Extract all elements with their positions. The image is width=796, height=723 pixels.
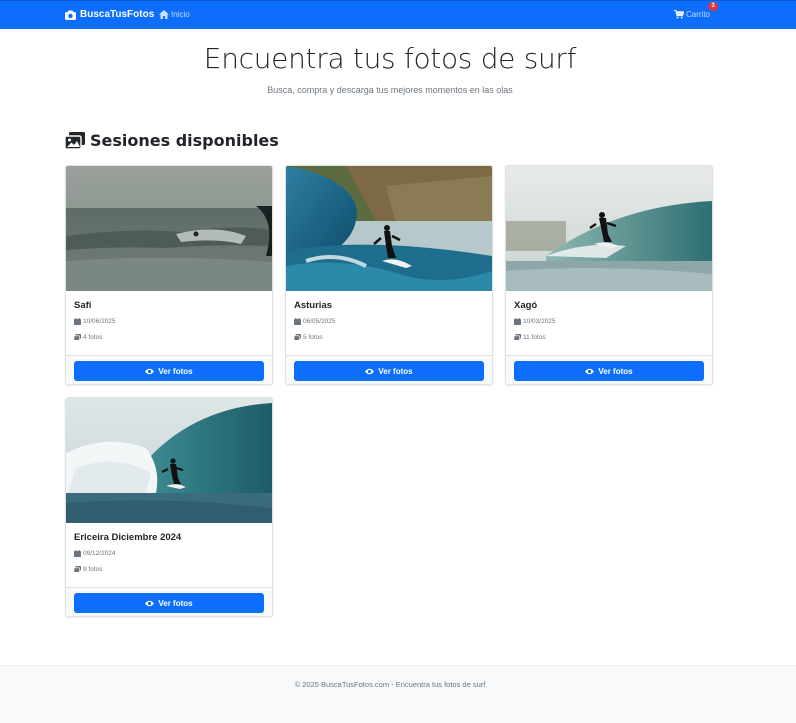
- view-photos-button[interactable]: Ver fotos: [74, 361, 264, 381]
- camera-icon: [65, 10, 76, 20]
- eye-icon: [145, 368, 155, 374]
- view-photos-button[interactable]: Ver fotos: [294, 361, 484, 381]
- cart-link[interactable]: Carrito: [674, 10, 710, 19]
- view-photos-button[interactable]: Ver fotos: [74, 593, 264, 613]
- session-image[interactable]: [286, 166, 492, 291]
- session-image[interactable]: [66, 166, 272, 291]
- page-subtitle: Busca, compra y descarga tus mejores mom…: [267, 85, 513, 95]
- session-photo-count-text: 9 fotos: [83, 566, 103, 573]
- session-title: Ericeira Diciembre 2024: [74, 532, 182, 543]
- brand-link[interactable]: BuscaTusFotos: [65, 9, 154, 20]
- photos-icon: [294, 334, 301, 341]
- session-card: Safí 10/06/2025 4 fotos Ver fotos: [65, 165, 273, 385]
- calendar-icon: [294, 318, 301, 325]
- cart-label: Carrito: [686, 10, 711, 19]
- session-date-text: 10/03/2025: [523, 318, 556, 325]
- house-icon: [159, 10, 169, 19]
- session-photo-count-text: 5 fotos: [303, 334, 323, 341]
- nav-link-inicio[interactable]: Inicio: [159, 10, 190, 19]
- session-date: 06/05/2025: [294, 318, 336, 325]
- session-card: Asturias 06/05/2025 5 fotos Ver fotos: [285, 165, 493, 385]
- session-photo-count-text: 11 fotos: [523, 334, 546, 341]
- calendar-icon: [74, 550, 81, 557]
- photos-icon: [514, 334, 521, 341]
- cart-count-badge: 3: [708, 2, 718, 11]
- section-heading: Sesiones disponibles: [65, 131, 279, 150]
- eye-icon: [145, 600, 155, 606]
- top-navbar: BuscaTusFotos Inicio Carrito 3: [0, 0, 796, 29]
- view-photos-button[interactable]: Ver fotos: [514, 361, 704, 381]
- session-photo-count-text: 4 fotos: [83, 334, 103, 341]
- photos-icon: [74, 334, 81, 341]
- footer-text: © 2025 BuscaTusFotos.com - Encuentra tus…: [294, 680, 486, 689]
- session-card: Xagó 10/03/2025 11 fotos Ver fotos: [505, 165, 713, 385]
- view-photos-label: Ver fotos: [378, 366, 413, 376]
- session-image[interactable]: [66, 398, 272, 523]
- session-photo-count: 5 fotos: [294, 334, 323, 341]
- photos-icon: [74, 566, 81, 573]
- page-title: Encuentra tus fotos de surf: [203, 42, 577, 75]
- session-title: Safí: [74, 300, 92, 311]
- card-footer: Ver fotos: [286, 355, 492, 384]
- session-date-text: 10/06/2025: [83, 318, 116, 325]
- card-footer: Ver fotos: [66, 587, 272, 616]
- session-date: 10/06/2025: [74, 318, 116, 325]
- session-date-text: 06/05/2025: [303, 318, 336, 325]
- view-photos-label: Ver fotos: [598, 366, 633, 376]
- session-date: 09/12/2024: [74, 550, 116, 557]
- images-icon: [65, 131, 85, 150]
- session-photo-count: 11 fotos: [514, 334, 546, 341]
- session-date: 10/03/2025: [514, 318, 556, 325]
- session-photo-count: 9 fotos: [74, 566, 103, 573]
- card-footer: Ver fotos: [66, 355, 272, 384]
- session-card: Ericeira Diciembre 2024 09/12/2024 9 fot…: [65, 397, 273, 617]
- session-photo-count: 4 fotos: [74, 334, 103, 341]
- nav-link-label: Inicio: [171, 10, 190, 19]
- calendar-icon: [514, 318, 521, 325]
- section-title: Sesiones disponibles: [90, 131, 279, 150]
- brand-name: BuscaTusFotos: [80, 9, 155, 20]
- cart-icon: [674, 10, 684, 19]
- view-photos-label: Ver fotos: [158, 598, 193, 608]
- session-title: Asturias: [294, 300, 333, 311]
- card-footer: Ver fotos: [506, 355, 712, 384]
- session-title: Xagó: [514, 300, 538, 311]
- eye-icon: [365, 368, 375, 374]
- session-date-text: 09/12/2024: [83, 550, 116, 557]
- view-photos-label: Ver fotos: [158, 366, 193, 376]
- calendar-icon: [74, 318, 81, 325]
- session-image[interactable]: [506, 166, 712, 291]
- eye-icon: [585, 368, 595, 374]
- page-footer: © 2025 BuscaTusFotos.com - Encuentra tus…: [0, 665, 796, 723]
